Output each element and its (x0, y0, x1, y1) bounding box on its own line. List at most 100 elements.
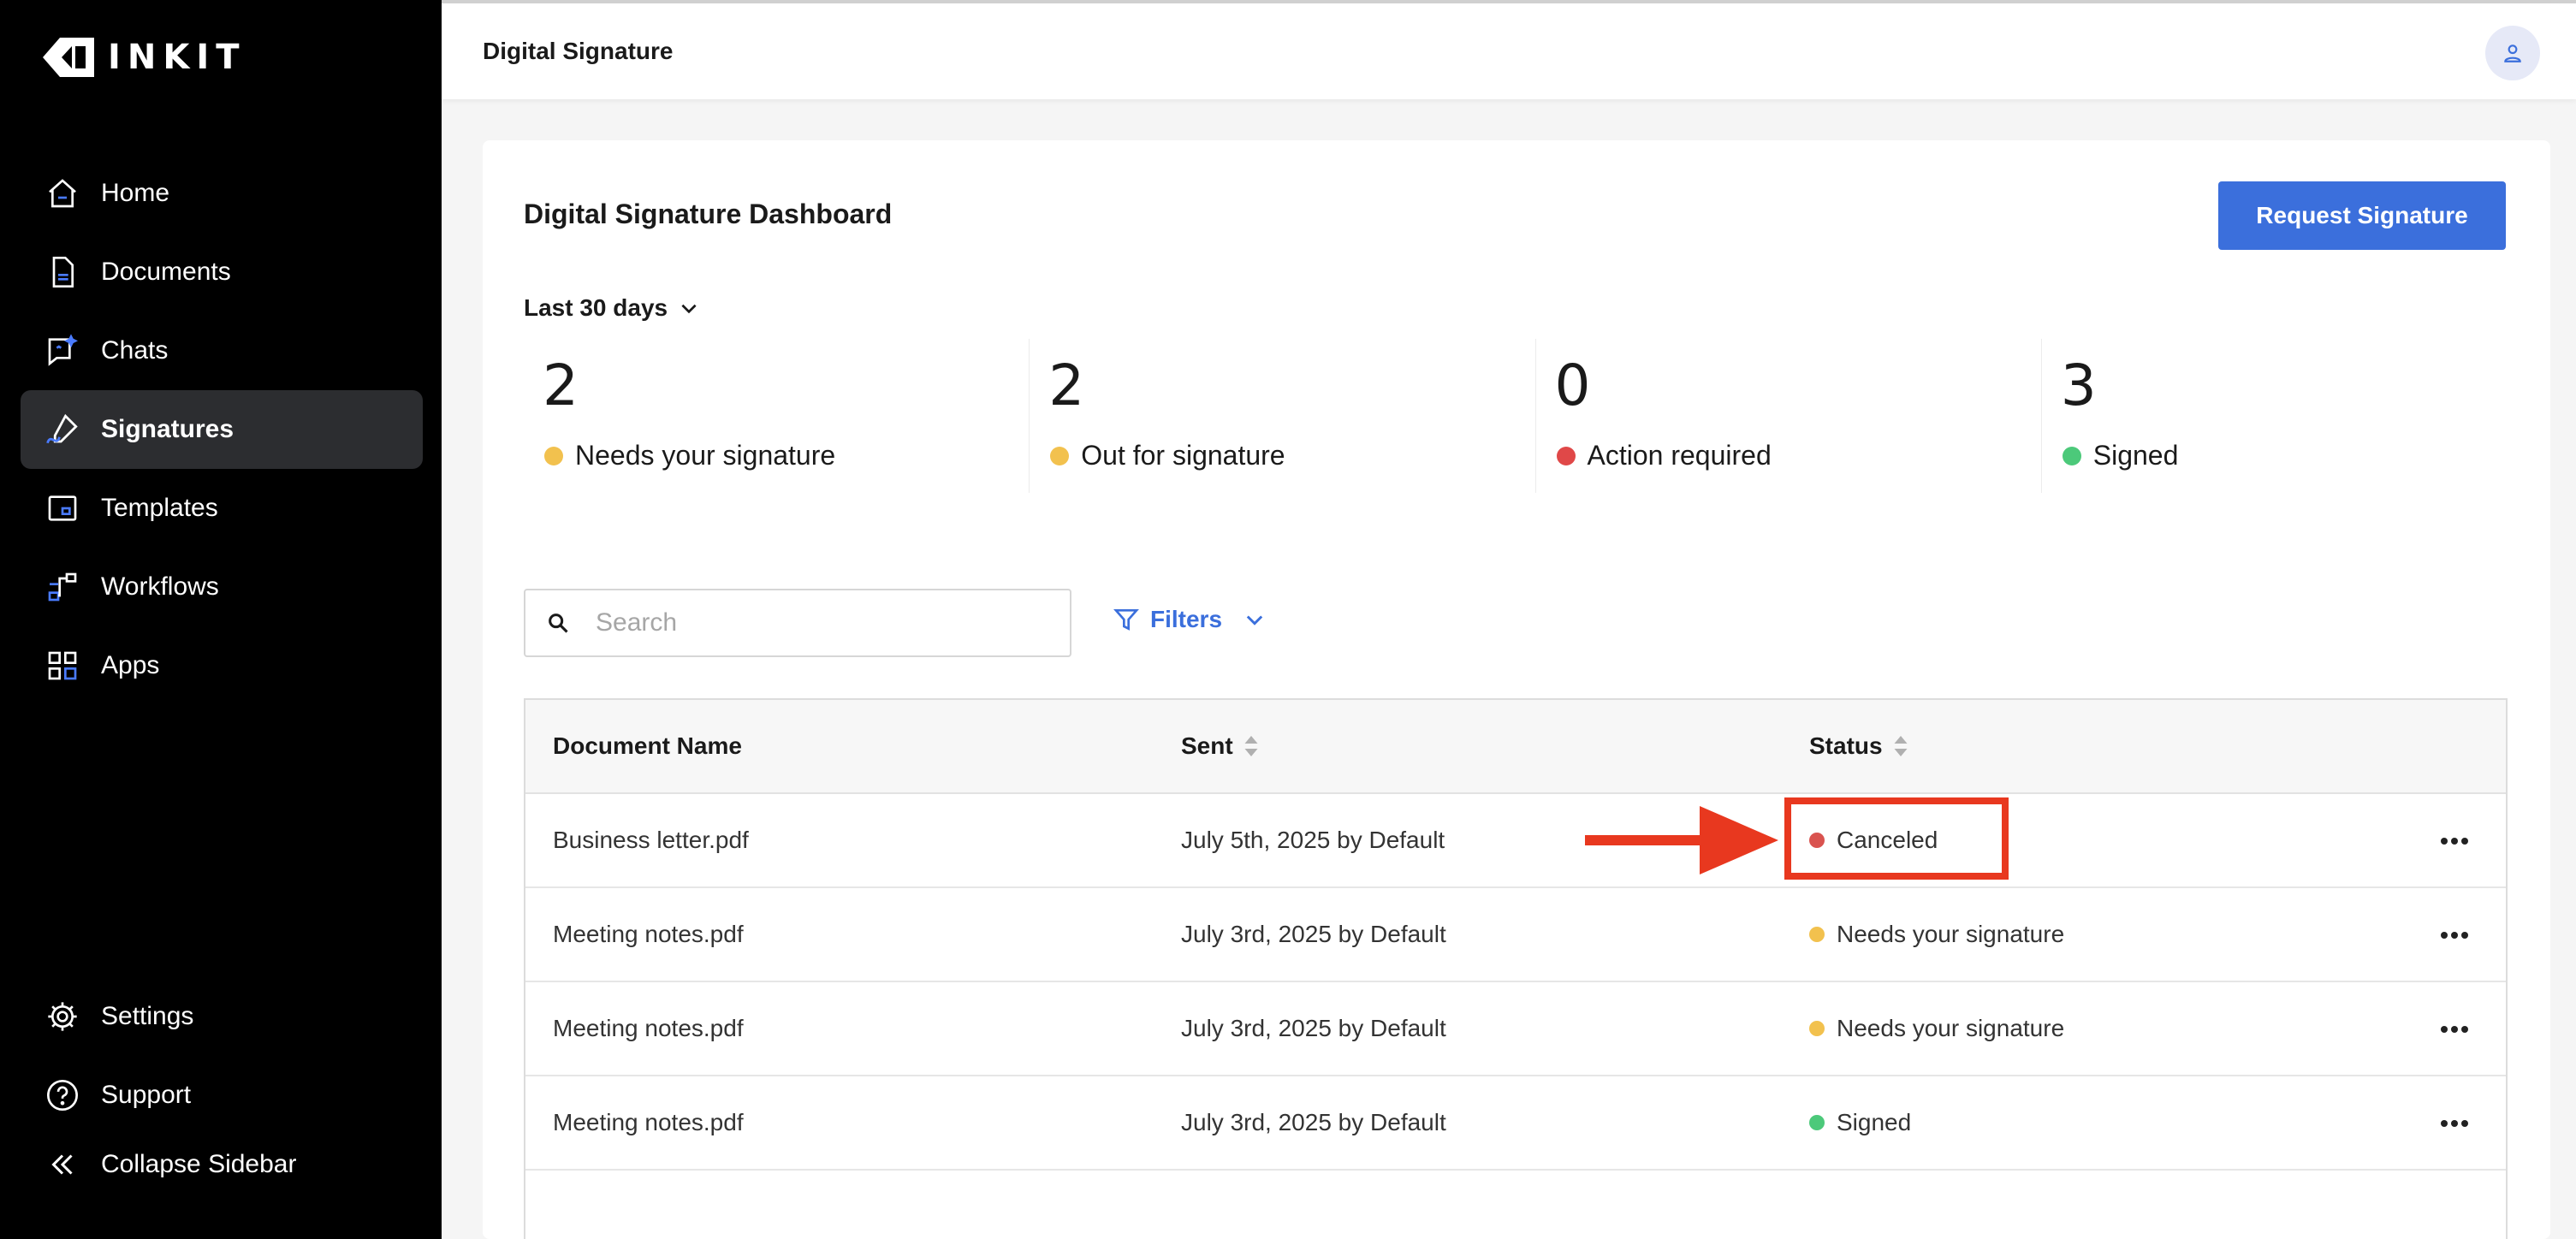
stat-value: 2 (1048, 353, 1085, 418)
status-dot (544, 446, 563, 465)
stat-label-text: Signed (2092, 440, 2179, 471)
table-row[interactable]: Meeting notes.pdf July 3rd, 2025 by Defa… (525, 1076, 2506, 1171)
top-header: Digital Signature (442, 0, 2576, 99)
table-row[interactable]: Business letter.pdf July 5th, 2025 by De… (525, 794, 2506, 888)
cell-status: Needs your signature (1782, 921, 2410, 948)
cell-sent: July 3rd, 2025 by Default (1181, 1015, 1446, 1041)
page-title: Digital Signature (483, 38, 674, 64)
table-header: Document Name Sent Status (525, 700, 2506, 794)
chat-icon (45, 333, 80, 369)
sidebar-item-label: Support (101, 1081, 192, 1109)
date-range-label: Last 30 days (524, 294, 668, 321)
stat-label: Out for signature (1050, 440, 1285, 471)
gear-icon (45, 999, 80, 1034)
status-dot (1556, 446, 1576, 465)
chevron-down-icon (681, 304, 697, 314)
status-dot (2062, 446, 2081, 465)
sidebar-item-label: Signatures (101, 415, 234, 443)
more-horizontal-icon (2441, 932, 2468, 939)
row-actions-button[interactable] (2437, 922, 2472, 948)
brand-logo[interactable]: INKIT (41, 36, 246, 79)
row-actions-button[interactable] (2437, 1111, 2472, 1136)
document-icon (45, 254, 80, 290)
annotation-arrow-icon (1585, 806, 1778, 874)
table-row-partial (525, 1171, 2506, 1239)
status-dot (1809, 927, 1825, 942)
stat-label: Needs your signature (544, 440, 835, 471)
workflow-icon (45, 569, 80, 605)
cell-sent: July 3rd, 2025 by Default (1181, 1109, 1446, 1135)
cell-sent: July 3rd, 2025 by Default (1181, 921, 1446, 947)
sort-icon (1894, 736, 1908, 756)
sidebar-item-home[interactable]: Home (21, 154, 423, 233)
stat-action-required[interactable]: 0 Action required (1536, 339, 2042, 493)
sidebar: INKIT Home Documents Chats Signatures Te… (0, 0, 442, 1239)
date-range-dropdown[interactable]: Last 30 days (524, 294, 700, 322)
column-header-sent[interactable]: Sent (1154, 732, 1782, 760)
stat-value: 3 (2060, 353, 2097, 418)
stats-row: 2 Needs your signature 2 Out for signatu… (524, 339, 2547, 493)
status-text: Needs your signature (1837, 921, 2065, 947)
user-avatar-button[interactable] (2485, 26, 2540, 80)
sidebar-bottom-nav: Settings Support Collapse Sidebar (21, 977, 423, 1195)
help-circle-icon (45, 1077, 80, 1113)
column-header-status[interactable]: Status (1782, 732, 2410, 760)
stat-label-text: Needs your signature (575, 440, 836, 471)
sidebar-item-apps[interactable]: Apps (21, 626, 423, 705)
chevron-double-left-icon (45, 1147, 80, 1183)
request-signature-button[interactable]: Request Signature (2218, 181, 2506, 250)
table-row[interactable]: Meeting notes.pdf July 3rd, 2025 by Defa… (525, 982, 2506, 1076)
filters-button[interactable]: Filters (1113, 606, 1267, 633)
stat-label: Signed (2062, 440, 2179, 471)
status-text: Needs your signature (1837, 1015, 2065, 1041)
header-label: Sent (1181, 732, 1233, 759)
dashboard-title: Digital Signature Dashboard (524, 199, 893, 229)
search-input[interactable] (596, 608, 1041, 637)
template-icon (45, 490, 80, 526)
stat-value: 2 (543, 353, 579, 418)
search-icon (549, 614, 568, 633)
sidebar-item-label: Chats (101, 336, 169, 365)
header-label: Status (1809, 732, 1883, 759)
stat-label-text: Action required (1587, 440, 1772, 471)
more-horizontal-icon (2441, 1026, 2468, 1033)
sidebar-item-templates[interactable]: Templates (21, 469, 423, 548)
inkit-logo-icon (43, 38, 94, 77)
stat-label-text: Out for signature (1081, 440, 1285, 471)
stat-out-for-signature[interactable]: 2 Out for signature (1030, 339, 1536, 493)
cell-status: Signed (1782, 1109, 2410, 1136)
row-actions-button[interactable] (2437, 1017, 2472, 1042)
status-dot (1809, 1021, 1825, 1036)
cell-document-name: Meeting notes.pdf (553, 1109, 744, 1135)
sort-icon (1244, 736, 1258, 756)
dashboard-card: Digital Signature Dashboard Request Sign… (483, 140, 2550, 1239)
user-icon (2504, 44, 2521, 62)
sidebar-item-workflows[interactable]: Workflows (21, 548, 423, 626)
cell-status: Needs your signature (1782, 1015, 2410, 1042)
more-horizontal-icon (2441, 838, 2468, 845)
sidebar-item-label: Workflows (101, 572, 219, 601)
table-row[interactable]: Meeting notes.pdf July 3rd, 2025 by Defa… (525, 888, 2506, 982)
home-icon (45, 175, 80, 211)
stat-label: Action required (1556, 440, 1772, 471)
stat-signed[interactable]: 3 Signed (2042, 339, 2547, 493)
row-actions-button[interactable] (2437, 828, 2472, 854)
annotation-highlight-box (1784, 797, 2009, 880)
sidebar-item-label: Documents (101, 258, 231, 286)
signature-pen-icon (45, 412, 80, 448)
sidebar-item-label: Home (101, 179, 170, 207)
sidebar-item-label: Settings (101, 1002, 194, 1030)
sidebar-item-chats[interactable]: Chats (21, 311, 423, 390)
sidebar-item-label: Templates (101, 494, 218, 522)
stat-value: 0 (1554, 353, 1591, 418)
chevron-down-icon (1246, 615, 1263, 625)
collapse-sidebar-button[interactable]: Collapse Sidebar (21, 1135, 423, 1195)
search-box (524, 589, 1071, 657)
stat-needs-signature[interactable]: 2 Needs your signature (524, 339, 1030, 493)
sidebar-item-settings[interactable]: Settings (21, 977, 423, 1056)
filter-icon (1113, 609, 1139, 631)
sidebar-item-support[interactable]: Support (21, 1056, 423, 1135)
sidebar-item-signatures[interactable]: Signatures (21, 390, 423, 469)
sidebar-item-documents[interactable]: Documents (21, 233, 423, 311)
documents-table: Document Name Sent Status Business lette… (524, 698, 2508, 1239)
